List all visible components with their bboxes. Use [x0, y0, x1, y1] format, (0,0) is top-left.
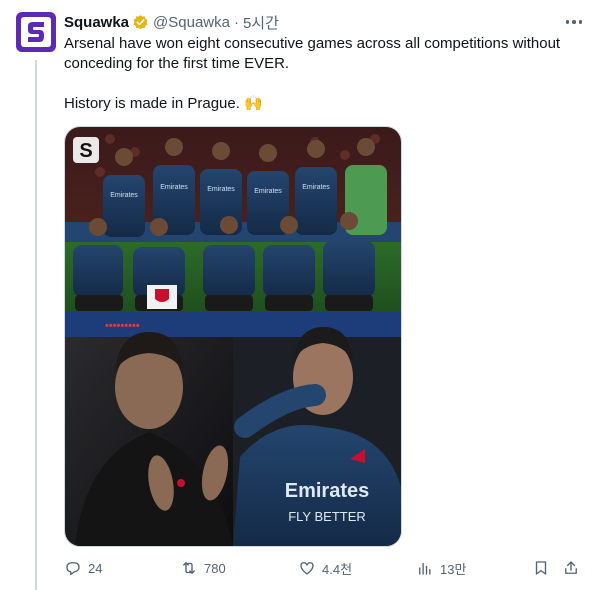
- reply-icon: [66, 562, 80, 576]
- repost-count: 780: [204, 560, 226, 576]
- image-logo-letter: S: [79, 140, 92, 162]
- share-icon: [565, 561, 577, 574]
- tweet-timestamp[interactable]: 5시간: [243, 12, 279, 33]
- jersey-sponsor-text: Emirates: [285, 480, 370, 502]
- squawka-logo-icon: [21, 17, 51, 47]
- view-count: 13만: [440, 561, 467, 577]
- svg-text:•••••••••: •••••••••: [105, 320, 140, 332]
- author-name[interactable]: Squawka: [64, 14, 129, 31]
- jersey-slogan-text: FLY BETTER: [288, 509, 366, 524]
- like-count: 4.4천: [322, 561, 353, 577]
- team-photo-composite: ••••••••• Emirates Emirates Emirates Emira…: [65, 127, 401, 546]
- svg-text:Emirates: Emirates: [110, 192, 138, 199]
- tweet-text: Arsenal have won eight consecutive games…: [64, 34, 584, 114]
- tweet-text-line2: History is made in Prague. 🙌: [64, 95, 263, 112]
- more-options-icon[interactable]: [565, 12, 582, 32]
- repost-icon: [183, 562, 195, 574]
- verified-badge-icon: [132, 14, 149, 31]
- svg-text:Emirates: Emirates: [254, 188, 282, 195]
- author-handle[interactable]: @Squawka: [153, 14, 230, 31]
- svg-text:Emirates: Emirates: [160, 184, 188, 191]
- heart-icon: [300, 562, 314, 575]
- analytics-icon: [419, 562, 431, 575]
- tweet-text-line1: Arsenal have won eight consecutive games…: [64, 35, 561, 72]
- like-button[interactable]: 4.4천: [298, 558, 352, 578]
- separator-dot: ·: [233, 13, 239, 31]
- reply-count: 24: [88, 560, 103, 576]
- tweet-actions: 24 780 4.4천 13만: [64, 558, 584, 578]
- share-button[interactable]: [562, 558, 580, 578]
- views-button[interactable]: 13만: [416, 558, 466, 578]
- tweet-image[interactable]: ••••••••• Emirates Emirates Emirates Emira…: [64, 126, 402, 547]
- thread-line: [35, 60, 37, 590]
- tweet-header: Squawka @Squawka · 5시간: [64, 12, 582, 32]
- svg-text:Emirates: Emirates: [302, 184, 330, 191]
- reply-button[interactable]: 24: [64, 558, 102, 578]
- avatar[interactable]: [16, 12, 56, 52]
- svg-text:Emirates: Emirates: [207, 186, 235, 193]
- bookmark-icon: [535, 561, 547, 575]
- bookmark-button[interactable]: [532, 558, 550, 578]
- repost-button[interactable]: 780: [180, 558, 226, 578]
